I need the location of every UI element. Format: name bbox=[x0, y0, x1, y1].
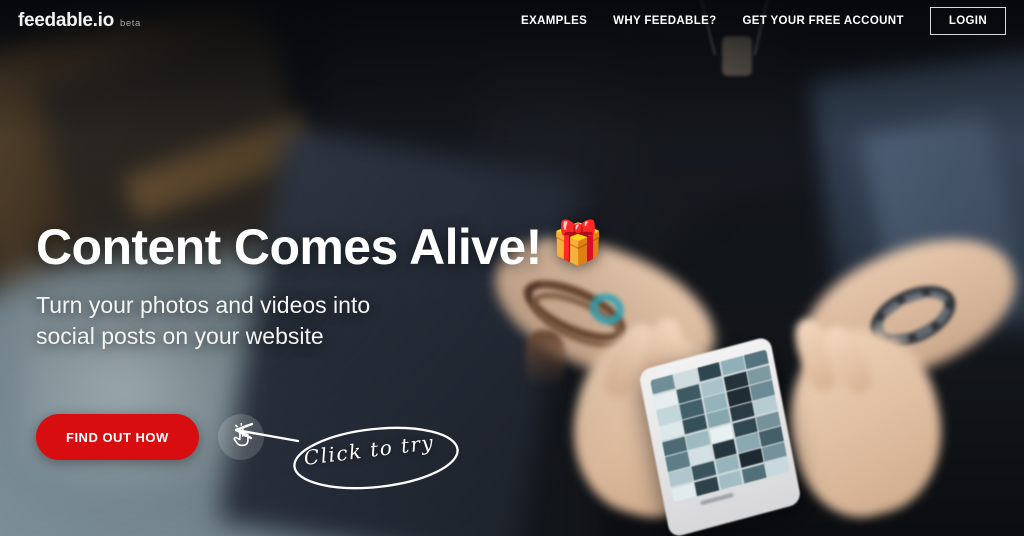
hero-section: feedable.io beta EXAMPLES WHY FEEDABLE? … bbox=[0, 0, 1024, 536]
logo-text: feedable.io bbox=[18, 10, 114, 31]
tap-to-try-button[interactable] bbox=[217, 414, 264, 460]
page-title: Content Comes Alive! 🎁 bbox=[36, 219, 604, 275]
nav-link-why-feedable[interactable]: WHY FEEDABLE? bbox=[613, 15, 716, 27]
logo-beta-tag: beta bbox=[119, 18, 141, 29]
site-logo[interactable]: feedable.io beta bbox=[18, 10, 141, 32]
hero-subheading-line1: Turn your photos and videos into bbox=[36, 292, 371, 318]
nav-link-get-free-account[interactable]: GET YOUR FREE ACCOUNT bbox=[742, 15, 903, 27]
nav-links: EXAMPLES WHY FEEDABLE? GET YOUR FREE ACC… bbox=[521, 7, 1006, 35]
hero-subheading: Turn your photos and videos into social … bbox=[36, 290, 603, 351]
find-out-how-button[interactable]: FIND OUT HOW bbox=[36, 414, 199, 460]
hero-subheading-line2: social posts on your website bbox=[36, 322, 324, 349]
nav-link-examples[interactable]: EXAMPLES bbox=[521, 15, 587, 27]
tap-hand-icon bbox=[228, 422, 254, 452]
gift-icon: 🎁 bbox=[551, 219, 604, 266]
hero-copy: Content Comes Alive! 🎁 Turn your photos … bbox=[36, 219, 604, 351]
top-navigation-bar: feedable.io beta EXAMPLES WHY FEEDABLE? … bbox=[0, 0, 1024, 42]
headline-text: Content Comes Alive! bbox=[36, 219, 542, 275]
login-button[interactable]: LOGIN bbox=[929, 7, 1006, 35]
hero-cta-row: FIND OUT HOW bbox=[36, 414, 264, 460]
